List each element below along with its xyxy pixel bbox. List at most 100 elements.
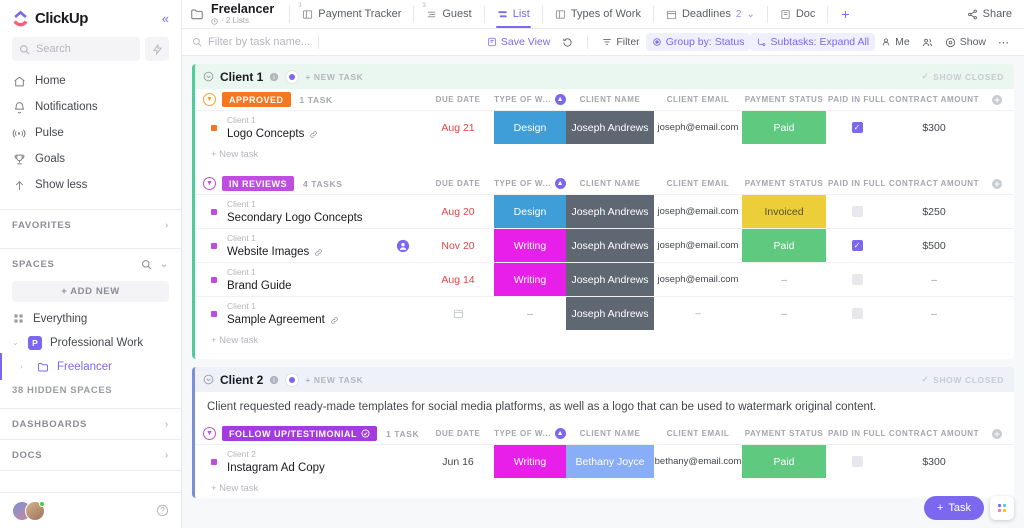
create-task-button[interactable]: + Task (923, 496, 984, 520)
due-date-cell[interactable]: Aug 14 (422, 263, 494, 296)
history-button[interactable] (556, 34, 579, 51)
due-date-cell[interactable]: Aug 21 (422, 111, 494, 144)
column-header-client-email[interactable]: CLIENT EMAIL (654, 95, 742, 104)
table-row[interactable]: Client 1 Sample Agreement – Joseph Andre… (195, 296, 1014, 330)
avatar-group[interactable] (12, 500, 45, 521)
column-header-due-date[interactable]: DUE DATE (422, 95, 494, 104)
assignee-cell[interactable] (384, 195, 422, 228)
tab-deadlines[interactable]: Deadlines 2 ⌄ (659, 0, 762, 28)
sidebar-item-freelancer[interactable]: › Freelancer (0, 353, 181, 380)
hidden-spaces-label[interactable]: 38 HIDDEN SPACES (0, 377, 181, 396)
more-options-button[interactable]: ⋯ (992, 33, 1016, 52)
tab-list[interactable]: List (490, 0, 537, 28)
sidebar-item-professional-work[interactable]: ⌄ P Professional Work (0, 332, 181, 353)
type-of-work-cell[interactable]: Writing (494, 445, 566, 478)
column-header-client-email[interactable]: CLIENT EMAIL (654, 429, 742, 438)
column-header-type-of-work[interactable]: TYPE OF W... ▲ (494, 178, 566, 189)
payment-status-cell[interactable]: – (742, 297, 826, 330)
client-email-cell[interactable]: bethany@email.com (654, 445, 742, 478)
settings-icon[interactable] (285, 69, 300, 84)
client-email-cell[interactable]: joseph@email.com (654, 195, 742, 228)
column-header-payment-status[interactable]: PAYMENT STATUS (742, 95, 826, 104)
group-header[interactable]: Client 2 + NEW TASK ✓ SHOW CLOSED (195, 367, 1014, 392)
link-icon[interactable] (330, 316, 339, 325)
payment-status-cell[interactable]: Invoiced (742, 195, 826, 228)
collapse-status-icon[interactable]: ▼ (203, 93, 216, 106)
info-icon[interactable] (269, 72, 279, 82)
paid-in-full-cell[interactable]: ✓ (826, 229, 888, 262)
collapse-status-icon[interactable]: ▼ (203, 427, 216, 440)
contract-amount-cell[interactable]: – (888, 297, 980, 330)
payment-status-cell[interactable]: Paid (742, 445, 826, 478)
sidebar-section-dashboards[interactable]: DASHBOARDS › (0, 409, 181, 439)
type-of-work-cell[interactable]: – (494, 297, 566, 330)
lightning-bolt-icon[interactable] (145, 37, 169, 61)
client-name-cell[interactable]: Joseph Andrews (566, 195, 654, 228)
add-new-space-button[interactable]: + ADD NEW (12, 281, 169, 302)
column-header-payment-status[interactable]: PAYMENT STATUS (742, 429, 826, 438)
client-email-cell[interactable]: joseph@email.com (654, 229, 742, 262)
checkbox-unchecked[interactable] (851, 456, 863, 467)
status-badge[interactable]: APPROVED (222, 92, 291, 107)
paid-in-full-cell[interactable] (826, 195, 888, 228)
tab-doc[interactable]: Doc (773, 0, 823, 28)
checkbox-unchecked[interactable] (851, 274, 863, 285)
link-icon[interactable] (314, 248, 323, 257)
group-header[interactable]: Client 1 + NEW TASK ✓ SHOW CLOSED (195, 64, 1014, 89)
task-name-cell[interactable]: Client 1 Brand Guide (195, 263, 384, 296)
sidebar-item-show-less[interactable]: Show less (0, 175, 181, 195)
task-name-cell[interactable]: Client 1 Website Images (195, 229, 384, 262)
payment-status-cell[interactable]: Paid (742, 111, 826, 144)
sidebar-item-home[interactable]: Home (0, 71, 181, 91)
share-button[interactable]: Share (967, 8, 1014, 20)
client-name-cell[interactable]: Joseph Andrews (566, 111, 654, 144)
column-header-client-name[interactable]: CLIENT NAME (566, 179, 654, 188)
new-task-button[interactable]: + NEW TASK (305, 72, 363, 82)
filter-by-task-name-input[interactable]: Filter by task name... (192, 36, 310, 48)
client-email-cell[interactable]: joseph@email.com (654, 263, 742, 296)
table-row[interactable]: Client 1 Secondary Logo Concepts Aug 20 … (195, 194, 1014, 228)
show-closed-button[interactable]: ✓ SHOW CLOSED (921, 374, 1004, 385)
group-description[interactable]: Client requested ready-made templates fo… (195, 392, 1014, 423)
show-button[interactable]: Show (939, 33, 992, 51)
type-of-work-cell[interactable]: Writing (494, 229, 566, 262)
column-header-paid-in-full[interactable]: PAID IN FULL (826, 429, 888, 438)
status-badge[interactable]: FOLLOW UP/TESTIMONIAL (222, 426, 377, 441)
add-column-button[interactable] (980, 428, 1014, 440)
link-icon[interactable] (309, 130, 318, 139)
contract-amount-cell[interactable]: $300 (888, 111, 980, 144)
task-name-cell[interactable]: Client 1 Secondary Logo Concepts (195, 195, 384, 228)
column-header-payment-status[interactable]: PAYMENT STATUS (742, 179, 826, 188)
add-new-task-row[interactable]: + New task (195, 478, 1014, 498)
assignees-button[interactable] (916, 34, 939, 51)
add-column-button[interactable] (980, 94, 1014, 106)
group-by-status-button[interactable]: Group by: Status (645, 33, 751, 51)
search-input[interactable]: Search (12, 37, 140, 61)
checkbox-checked[interactable]: ✓ (851, 240, 863, 251)
search-icon[interactable] (141, 259, 152, 270)
tab-guest[interactable]: 3 Guest (419, 0, 478, 28)
due-date-cell[interactable]: Aug 20 (422, 195, 494, 228)
table-row[interactable]: Client 1 Website Images Nov 20 Writing J… (195, 228, 1014, 262)
subtasks-expand-all-button[interactable]: Subtasks: Expand All (750, 33, 876, 51)
paid-in-full-cell[interactable]: ✓ (826, 111, 888, 144)
table-row[interactable]: Client 2 Instagram Ad Copy Jun 16 Writin… (195, 444, 1014, 478)
checkbox-unchecked[interactable] (851, 308, 863, 319)
checkbox-checked[interactable]: ✓ (851, 122, 863, 133)
type-of-work-cell[interactable]: Writing (494, 263, 566, 296)
due-date-cell[interactable]: Jun 16 (422, 445, 494, 478)
payment-status-cell[interactable]: – (742, 263, 826, 296)
tab-payment-tracker[interactable]: 3 Payment Tracker (295, 0, 408, 28)
paid-in-full-cell[interactable] (826, 445, 888, 478)
assignee-cell[interactable] (384, 263, 422, 296)
task-name-cell[interactable]: Client 1 Sample Agreement (195, 297, 384, 330)
column-header-contract-amount[interactable]: CONTRACT AMOUNT (888, 429, 980, 438)
add-view-button[interactable]: + (833, 6, 857, 22)
collapse-status-icon[interactable]: ▼ (203, 177, 216, 190)
apps-grid-icon[interactable] (990, 496, 1014, 520)
column-header-contract-amount[interactable]: CONTRACT AMOUNT (888, 179, 980, 188)
payment-status-cell[interactable]: Paid (742, 229, 826, 262)
column-header-due-date[interactable]: DUE DATE (422, 429, 494, 438)
contract-amount-cell[interactable]: – (888, 263, 980, 296)
save-view-button[interactable]: Save View (481, 33, 556, 51)
